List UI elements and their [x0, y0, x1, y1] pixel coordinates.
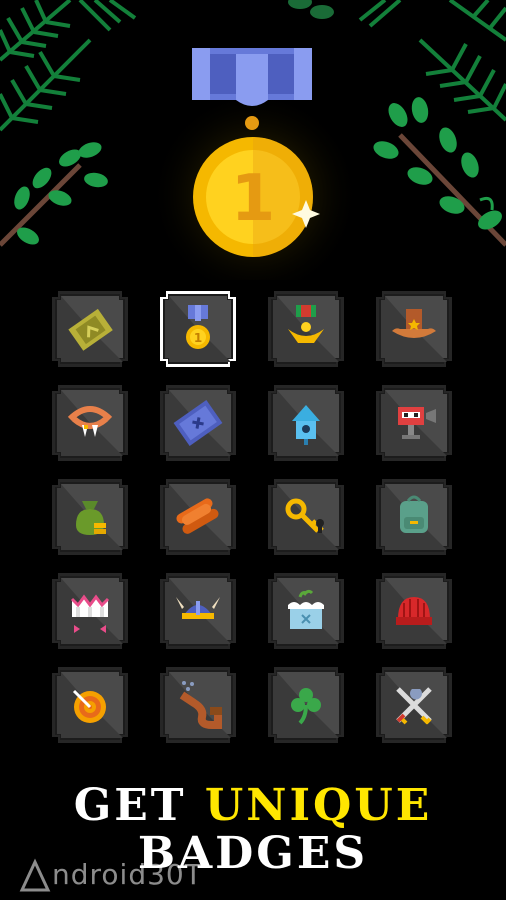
headline-get: GET — [73, 780, 187, 831]
badge-tile[interactable] — [268, 479, 344, 555]
leaf-top — [310, 5, 334, 19]
badge-tile[interactable] — [52, 667, 128, 743]
badge-tile[interactable] — [268, 385, 344, 461]
backpack-icon — [400, 495, 428, 533]
robot-icon — [398, 407, 436, 439]
headline-line-1: GET UNIQUE — [0, 780, 506, 831]
badge-tile[interactable] — [376, 385, 452, 461]
clover-icon — [291, 688, 321, 725]
logs-icon — [176, 498, 219, 534]
badge-tile[interactable] — [52, 385, 128, 461]
viking-helmet-icon — [176, 597, 220, 619]
medal-icon: 1 — [186, 305, 210, 349]
badge-tile[interactable] — [52, 291, 128, 367]
birdhouse-icon — [292, 405, 320, 445]
badge-tile[interactable] — [376, 291, 452, 367]
leaf-top — [288, 0, 312, 9]
pipe-icon — [179, 681, 222, 729]
svg-text:1: 1 — [194, 331, 202, 345]
cowboy-hat-icon — [392, 309, 436, 338]
eagle-medal-icon — [288, 305, 324, 343]
beanie-icon — [396, 597, 432, 625]
fangs-icon — [67, 406, 113, 437]
medal-ring — [245, 116, 259, 130]
badge-tile[interactable] — [52, 573, 128, 649]
branch-left — [0, 142, 108, 247]
gold-medal-illustration: 1 — [150, 48, 360, 280]
cake-icon — [288, 589, 324, 629]
app-screen: 1 1 GET UNIQUE BADGES ndroid30T — [0, 0, 506, 900]
badge-tile[interactable] — [268, 573, 344, 649]
fern-left — [0, 0, 137, 132]
target-icon — [72, 689, 106, 723]
badge-tile[interactable] — [160, 667, 236, 743]
branch-right — [373, 97, 506, 247]
badge-tile[interactable] — [160, 479, 236, 555]
money-bag-icon — [76, 501, 106, 535]
map-icon — [173, 400, 223, 446]
badge-tile[interactable] — [376, 667, 452, 743]
badge-tile[interactable] — [52, 479, 128, 555]
medal-number: 1 — [231, 162, 276, 236]
crossed-swords-icon — [396, 687, 432, 725]
ticket-icon — [68, 308, 113, 351]
badge-tile[interactable] — [160, 573, 236, 649]
badge-tile[interactable] — [376, 479, 452, 555]
badge-grid: 1 — [52, 291, 454, 751]
ribbon — [192, 48, 312, 106]
badge-tile[interactable] — [268, 291, 344, 367]
key-icon — [285, 498, 324, 533]
crown-icon — [70, 594, 110, 633]
watermark-logo-icon — [19, 858, 51, 892]
badge-tile[interactable] — [268, 667, 344, 743]
badge-tile[interactable] — [160, 385, 236, 461]
headline-unique: UNIQUE — [204, 780, 433, 831]
badge-tile[interactable] — [376, 573, 452, 649]
fern-right — [358, 0, 506, 122]
watermark-text: ndroid30T — [52, 858, 203, 891]
badge-tile[interactable]: 1 — [160, 291, 236, 367]
